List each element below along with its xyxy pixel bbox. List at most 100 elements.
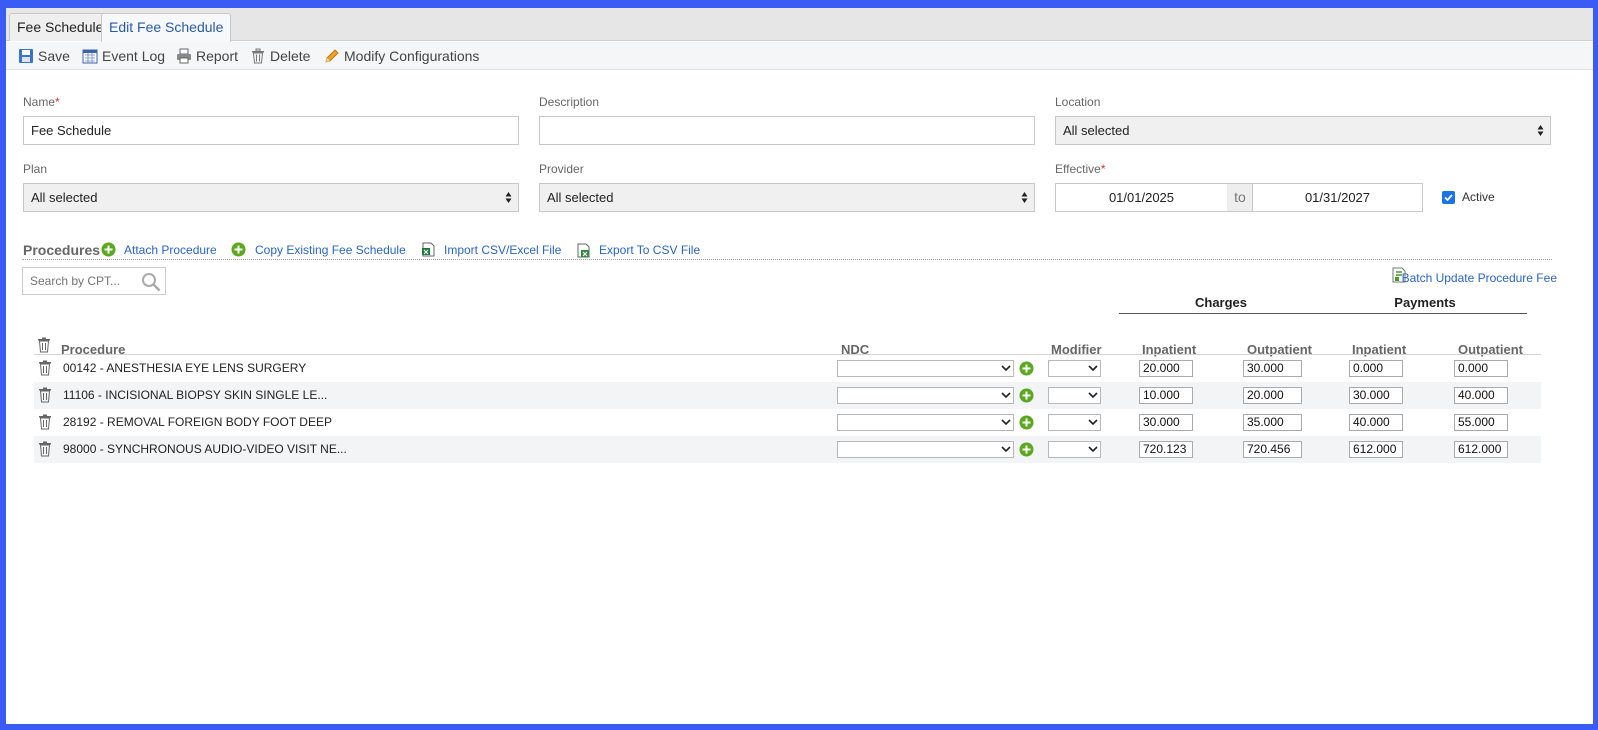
charges-group-header: Charges	[1194, 295, 1248, 310]
plan-value: All selected	[31, 190, 98, 205]
description-label: Description	[539, 95, 600, 109]
sort-arrows-icon	[1537, 125, 1544, 136]
plan-select[interactable]: All selected	[23, 183, 519, 212]
sort-arrows-icon	[1021, 192, 1028, 203]
description-input[interactable]	[539, 116, 1035, 145]
save-icon	[19, 49, 33, 63]
charges-outpatient-input[interactable]: 30.000	[1243, 360, 1302, 377]
name-label-text: Name	[23, 95, 56, 109]
modifier-select[interactable]	[1048, 441, 1101, 458]
import-csv-link[interactable]: Import CSV/Excel File	[444, 243, 561, 257]
payments-outpatient-input[interactable]: 612.000	[1454, 441, 1508, 458]
modify-configurations-button[interactable]: Modify Configurations	[324, 47, 479, 65]
add-ndc-icon[interactable]	[1019, 442, 1034, 457]
modify-configurations-label: Modify Configurations	[344, 48, 480, 64]
attach-procedure-link[interactable]: Attach Procedure	[124, 243, 217, 257]
tab-fee-schedule[interactable]: Fee Schedule	[9, 13, 112, 41]
trash-icon[interactable]	[38, 387, 52, 403]
charges-inpatient-input[interactable]: 30.000	[1139, 414, 1193, 431]
payments-inpatient-input[interactable]: 612.000	[1349, 441, 1403, 458]
add-ndc-icon[interactable]	[1019, 388, 1034, 403]
trash-icon[interactable]	[38, 414, 52, 430]
sort-arrows-icon	[505, 192, 512, 203]
charges-inpatient-input[interactable]: 10.000	[1139, 387, 1193, 404]
trash-icon[interactable]	[37, 337, 51, 353]
report-label: Report	[196, 48, 239, 64]
checkmark-icon	[1444, 194, 1453, 202]
charges-outpatient-input[interactable]: 35.000	[1243, 414, 1302, 431]
report-button[interactable]: Report	[176, 47, 246, 65]
table-row: 11106 - INCISIONAL BIOPSY SKIN SINGLE LE…	[34, 382, 1541, 409]
procedure-name: 98000 - SYNCHRONOUS AUDIO-VIDEO VISIT NE…	[63, 442, 347, 456]
payments-inpatient-input[interactable]: 30.000	[1349, 387, 1403, 404]
location-value: All selected	[1063, 123, 1130, 138]
add-circle-icon[interactable]	[231, 242, 246, 257]
effective-from-input[interactable]: 01/01/2025	[1055, 183, 1228, 212]
batch-update-label: Batch Update Procedure Fee	[1401, 271, 1557, 285]
add-ndc-icon[interactable]	[1019, 415, 1034, 430]
trash-icon[interactable]	[38, 360, 52, 376]
effective-to-input[interactable]: 01/31/2027	[1252, 183, 1423, 212]
provider-select[interactable]: All selected	[539, 183, 1035, 212]
delete-button[interactable]: Delete	[250, 47, 316, 65]
charges-outpatient-input[interactable]: 20.000	[1243, 387, 1302, 404]
event-log-label: Event Log	[102, 48, 166, 64]
active-checkbox[interactable]	[1442, 191, 1455, 204]
modifier-select[interactable]	[1048, 360, 1101, 377]
export-csv-link[interactable]: Export To CSV File	[599, 243, 700, 257]
modifier-select[interactable]	[1048, 414, 1101, 431]
location-select[interactable]: All selected	[1055, 116, 1551, 145]
effective-label: Effective*	[1055, 162, 1105, 176]
ndc-select[interactable]	[837, 387, 1014, 404]
charges-group-line	[1119, 313, 1323, 314]
tab-label: Edit Fee Schedule	[109, 19, 224, 35]
chevron-down-icon	[1001, 392, 1011, 399]
delete-label: Delete	[270, 48, 311, 64]
add-circle-icon[interactable]	[101, 242, 116, 257]
required-mark: *	[1100, 162, 1106, 176]
pencil-icon	[325, 49, 339, 63]
chevron-down-icon	[1001, 365, 1011, 372]
modifier-select[interactable]	[1048, 387, 1101, 404]
event-log-button[interactable]: Event Log	[82, 47, 172, 65]
tab-edit-fee-schedule[interactable]: Edit Fee Schedule	[101, 13, 232, 42]
payments-outpatient-input[interactable]: 0.000	[1454, 360, 1508, 377]
search-input[interactable]	[23, 268, 139, 294]
payments-inpatient-input[interactable]: 0.000	[1349, 360, 1403, 377]
ndc-select[interactable]	[837, 360, 1014, 377]
payments-group-header: Payments	[1394, 295, 1456, 310]
copy-fee-schedule-link[interactable]: Copy Existing Fee Schedule	[255, 243, 406, 257]
procedure-name: 28192 - REMOVAL FOREIGN BODY FOOT DEEP	[63, 415, 332, 429]
procedures-title: Procedures	[23, 242, 101, 258]
procedure-name: 11106 - INCISIONAL BIOPSY SKIN SINGLE LE…	[63, 388, 328, 402]
search-icon[interactable]	[141, 272, 161, 292]
provider-label: Provider	[539, 162, 584, 176]
charges-inpatient-input[interactable]: 20.000	[1139, 360, 1193, 377]
payments-inpatient-input[interactable]: 40.000	[1349, 414, 1403, 431]
table-row: 98000 - SYNCHRONOUS AUDIO-VIDEO VISIT NE…	[34, 436, 1541, 463]
save-button[interactable]: Save	[18, 47, 78, 65]
printer-icon	[177, 48, 191, 64]
chevron-down-icon	[1088, 365, 1098, 372]
procedure-name: 00142 - ANESTHESIA EYE LENS SURGERY	[63, 361, 307, 375]
ndc-select[interactable]	[837, 441, 1014, 458]
required-mark: *	[55, 95, 60, 109]
export-file-icon[interactable]	[576, 243, 591, 258]
payments-group-line	[1323, 313, 1527, 314]
charges-inpatient-input[interactable]: 720.123	[1139, 441, 1193, 458]
ndc-select[interactable]	[837, 414, 1014, 431]
divider	[22, 259, 1552, 260]
active-label: Active	[1462, 190, 1495, 204]
payments-outpatient-input[interactable]: 40.000	[1454, 387, 1508, 404]
payments-outpatient-input[interactable]: 55.000	[1454, 414, 1508, 431]
name-input[interactable]: Fee Schedule	[23, 116, 519, 145]
add-ndc-icon[interactable]	[1019, 361, 1034, 376]
calendar-icon	[82, 49, 98, 64]
batch-update-link[interactable]: Batch Update Procedure Fee	[1392, 267, 1557, 285]
chevron-down-icon	[1088, 419, 1098, 426]
effective-to-separator: to	[1227, 183, 1253, 212]
trash-icon[interactable]	[38, 441, 52, 457]
charges-outpatient-input[interactable]: 720.456	[1243, 441, 1302, 458]
excel-file-icon[interactable]	[421, 242, 436, 257]
tab-label: Fee Schedule	[17, 19, 104, 35]
